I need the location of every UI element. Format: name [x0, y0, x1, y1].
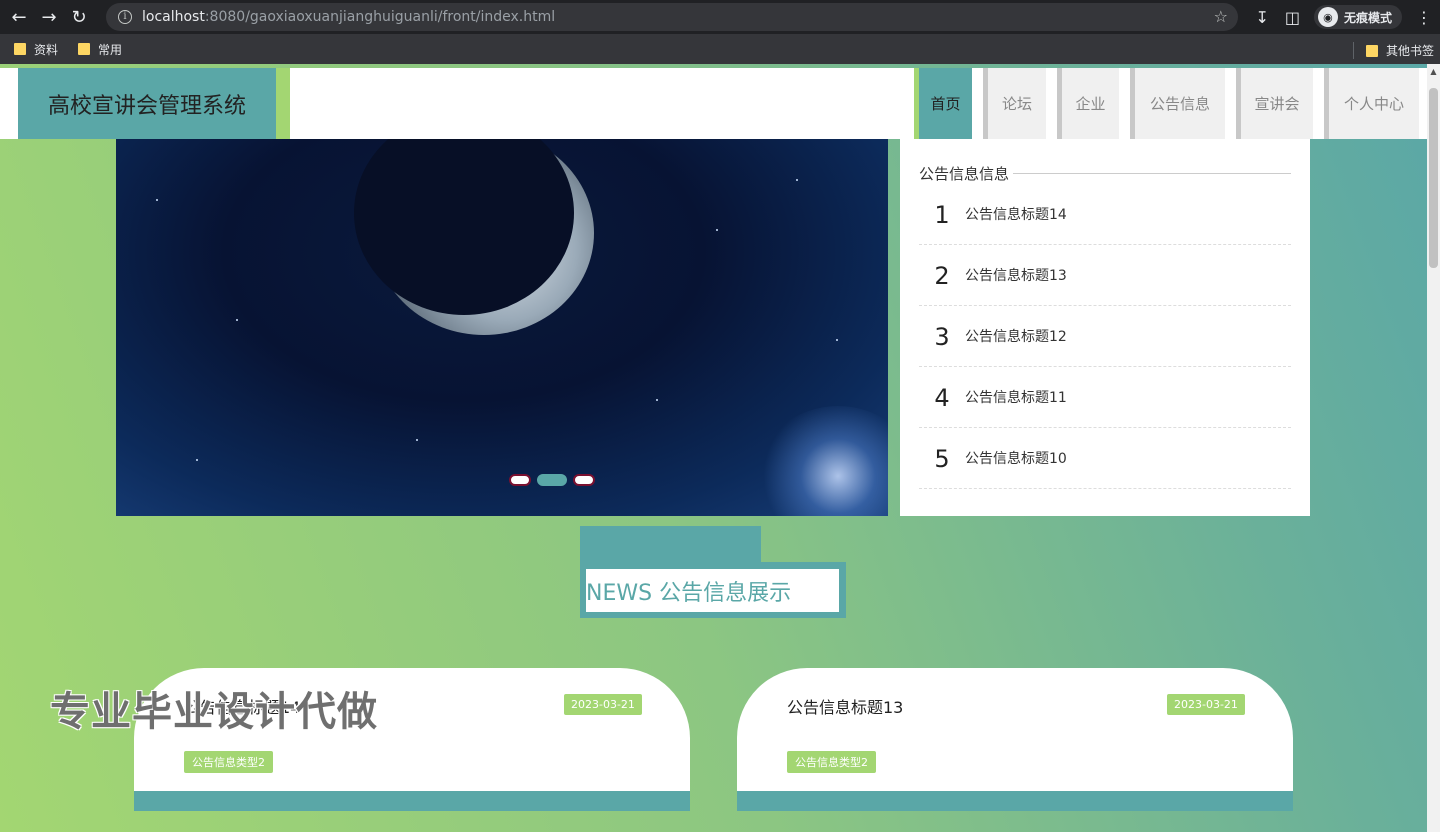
card-bar [134, 791, 690, 811]
panel-title: 公告信息信息 [919, 163, 1291, 184]
folder-icon [78, 43, 91, 55]
notice-panel: 公告信息信息 1 公告信息标题14 2 公告信息标题13 3 公告信息标题12 4 公告… [900, 139, 1310, 516]
card-body [737, 668, 1293, 792]
nav-notice[interactable]: 公告信息 [1130, 68, 1225, 139]
star [196, 459, 198, 461]
nav-forum[interactable]: 论坛 [983, 68, 1046, 139]
scroll-up-icon[interactable]: ▲ [1429, 68, 1438, 76]
carousel-dot[interactable] [573, 474, 595, 486]
address-url[interactable]: localhost:8080/gaoxiaoxuanjianghuiguanli… [142, 9, 555, 25]
card-bar [737, 791, 1293, 811]
star [836, 339, 838, 341]
notice-item[interactable]: 2 公告信息标题13 [919, 245, 1291, 306]
forward-arrow-icon[interactable]: → [38, 6, 60, 28]
star [796, 179, 798, 181]
star [656, 399, 658, 401]
nebula [758, 406, 888, 516]
star [236, 319, 238, 321]
star [416, 439, 418, 441]
incognito-indicator[interactable]: ◉ 无痕模式 [1313, 5, 1402, 29]
news-heading-block [580, 526, 761, 566]
download-icon[interactable]: ↧ [1255, 8, 1268, 27]
banner-carousel[interactable] [116, 139, 888, 516]
logo-accent [276, 68, 290, 139]
reload-icon[interactable]: ↻ [68, 6, 90, 28]
bookmark-folder[interactable]: 常用 [78, 41, 122, 58]
back-arrow-icon[interactable]: ← [8, 6, 30, 28]
card-tag: 公告信息类型2 [787, 751, 876, 773]
card-tag: 公告信息类型2 [184, 751, 273, 773]
notice-item[interactable]: 5 公告信息标题10 [919, 428, 1291, 489]
news-heading: NEWS 公告信息展示 [586, 569, 839, 612]
page-content: 高校宣讲会管理系统 首页 论坛 企业 公告信息 宣讲会 个人中心 公告信息信息 … [0, 64, 1440, 832]
page-scrollbar[interactable]: ▲ [1427, 64, 1440, 832]
folder-icon [1365, 44, 1378, 57]
site-info-icon[interactable]: i [118, 10, 132, 24]
card-date: 2023-03-21 [1167, 694, 1245, 715]
notice-item[interactable]: 4 公告信息标题11 [919, 367, 1291, 428]
browser-toolbar: ← → ↻ i localhost:8080/gaoxiaoxuanjiangh… [0, 0, 1440, 34]
bookmarks-bar: 资料 常用 其他书签 [0, 34, 1440, 64]
incognito-icon: ◉ [1317, 7, 1338, 27]
notice-item[interactable]: 3 公告信息标题12 [919, 306, 1291, 367]
main-nav: 首页 论坛 企业 公告信息 宣讲会 个人中心 [914, 68, 1419, 139]
other-bookmarks[interactable]: 其他书签 [1352, 42, 1434, 59]
site-title[interactable]: 高校宣讲会管理系统 [18, 68, 276, 139]
nav-home[interactable]: 首页 [914, 68, 972, 139]
incognito-label: 无痕模式 [1343, 10, 1392, 25]
bookmark-star-icon[interactable]: ☆ [1214, 7, 1228, 26]
news-card[interactable]: 公告信息标题13 2023-03-21 公告信息类型2 [737, 668, 1293, 813]
scroll-thumb[interactable] [1429, 88, 1438, 268]
carousel-dot-active[interactable] [537, 474, 567, 486]
star [156, 199, 158, 201]
carousel-indicators [509, 474, 601, 486]
carousel-dot[interactable] [509, 474, 531, 486]
card-title[interactable]: 公告信息标题13 [787, 694, 903, 718]
folder-icon [14, 43, 26, 55]
nav-presentation[interactable]: 宣讲会 [1236, 68, 1313, 139]
side-panel-icon[interactable]: ◫ [1285, 8, 1300, 27]
bookmark-folder[interactable]: 资料 [14, 41, 58, 58]
card-date: 2023-03-21 [564, 694, 642, 715]
watermark-text: 专业毕业设计代做 [50, 689, 378, 735]
more-menu-icon[interactable]: ⋮ [1416, 8, 1432, 27]
star [716, 229, 718, 231]
address-bar[interactable]: i localhost:8080/gaoxiaoxuanjianghuiguan… [106, 3, 1238, 31]
nav-company[interactable]: 企业 [1057, 68, 1119, 139]
title-divider [1013, 173, 1291, 174]
site-header: 高校宣讲会管理系统 首页 论坛 企业 公告信息 宣讲会 个人中心 [0, 68, 1440, 139]
nav-personal-center[interactable]: 个人中心 [1324, 68, 1419, 139]
notice-item[interactable]: 1 公告信息标题14 [919, 184, 1291, 245]
